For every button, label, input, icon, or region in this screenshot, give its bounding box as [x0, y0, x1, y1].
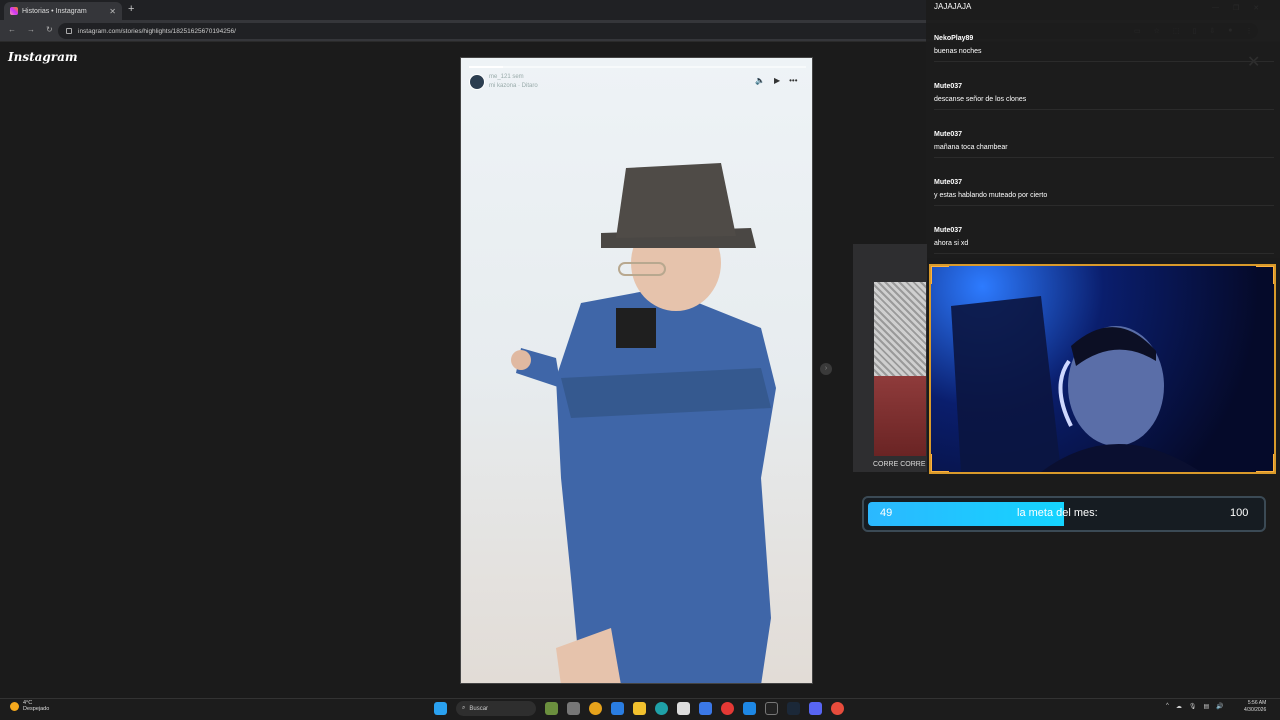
network-icon[interactable]: ▤ — [1203, 703, 1209, 710]
weather-desc: Despejado — [23, 706, 50, 712]
webcam-feed — [929, 264, 1276, 474]
weather-widget[interactable]: 4°C Despejado — [10, 700, 49, 712]
taskbar-clock[interactable]: 5:56 AM 4/30/2026 — [1244, 700, 1266, 714]
chevron-up-icon[interactable]: ^ — [1166, 703, 1169, 710]
chat-username: NekoPlay89 — [934, 35, 974, 42]
store-icon[interactable] — [677, 702, 690, 715]
discord-icon[interactable] — [809, 702, 822, 715]
webcam-person — [951, 296, 1201, 472]
chat-message: Mute037 ahora si xd — [934, 227, 1274, 254]
chat-username: Mute037 — [934, 179, 963, 186]
chat-message: NekoPlay89 buenas noches — [934, 35, 1274, 62]
chat-message: Mute037 y estas hablando muteado por cie… — [934, 179, 1274, 206]
search-icon: ⌕ — [462, 705, 466, 711]
chat-text: y estas hablando muteado por cierto — [934, 192, 1048, 199]
chat-text: ahora si xd — [934, 240, 969, 247]
forward-icon[interactable]: → — [27, 25, 35, 34]
tab-title: Historias • Instagram — [22, 7, 87, 15]
taskbar-search[interactable]: ⌕ Buscar — [456, 701, 536, 716]
clock-date: 4/30/2026 — [1244, 707, 1267, 713]
app-icon[interactable] — [545, 702, 558, 715]
app-icon[interactable] — [721, 702, 734, 715]
chat-text: descanse señor de los clones — [934, 96, 1027, 103]
goal-current: 49 — [880, 507, 893, 519]
tab-close-icon[interactable]: ✕ — [109, 7, 116, 16]
mic-icon[interactable]: 🎙 — [1189, 703, 1197, 710]
instagram-favicon-icon — [10, 7, 18, 15]
task-view-icon[interactable] — [567, 702, 580, 715]
file-explorer-icon[interactable] — [633, 702, 646, 715]
edge-icon[interactable] — [655, 702, 668, 715]
story-viewer[interactable]: me_121 sem mi kazona · Ditaro 🔈 ▶ ••• — [460, 57, 813, 684]
copilot-icon[interactable] — [611, 702, 624, 715]
search-label: Buscar — [469, 705, 489, 712]
overlay-side-caption: CORRE CORRE — [873, 461, 926, 468]
volume-icon[interactable]: 🔊 — [1216, 703, 1223, 710]
next-story-icon[interactable]: › — [820, 363, 832, 375]
cloud-icon[interactable]: ☁ — [1176, 703, 1182, 710]
chat-text: mañana toca chambear — [934, 144, 1008, 151]
chat-username: Mute037 — [934, 131, 963, 138]
back-icon[interactable]: ← — [8, 25, 16, 34]
app-icon[interactable] — [765, 702, 778, 715]
app-icon[interactable] — [831, 702, 844, 715]
overlay-side-image — [874, 282, 926, 456]
sun-icon — [10, 701, 19, 711]
url-text: instagram.com/stories/highlights/1825162… — [78, 27, 236, 35]
chat-text: buenas noches — [934, 48, 982, 55]
system-tray: ^ ☁ 🎙 ▤ 🔊 — [1166, 703, 1224, 710]
new-tab-icon[interactable]: + — [128, 3, 134, 15]
chat-message: Mute037 mañana toca chambear — [934, 131, 1274, 158]
nav-buttons: ← → ↻ — [8, 25, 53, 34]
reload-icon[interactable]: ↻ — [46, 25, 53, 34]
story-photo-man-in-suit — [511, 163, 776, 683]
app-icon[interactable] — [743, 702, 756, 715]
chat-message-top: JAJAJAJA — [934, 2, 972, 11]
app-icon[interactable] — [699, 702, 712, 715]
chat-message: Mute037 descanse señor de los clones — [934, 83, 1274, 110]
instagram-logo[interactable]: Instagram — [8, 50, 78, 64]
taskbar-apps: ⌕ Buscar — [434, 701, 844, 716]
chat-username: Mute037 — [934, 227, 963, 234]
site-info-icon[interactable] — [66, 28, 72, 34]
chat-username: Mute037 — [934, 83, 963, 90]
steam-icon[interactable] — [787, 702, 800, 715]
windows-start-icon[interactable] — [434, 702, 447, 715]
clock-time: 5:56 AM — [1247, 700, 1267, 706]
goal-target: 100 — [1230, 507, 1249, 519]
chrome-icon[interactable] — [589, 702, 602, 715]
goal-label: la meta del mes: — [1017, 507, 1098, 519]
tab-instagram[interactable]: Historias • Instagram ✕ — [4, 2, 122, 20]
